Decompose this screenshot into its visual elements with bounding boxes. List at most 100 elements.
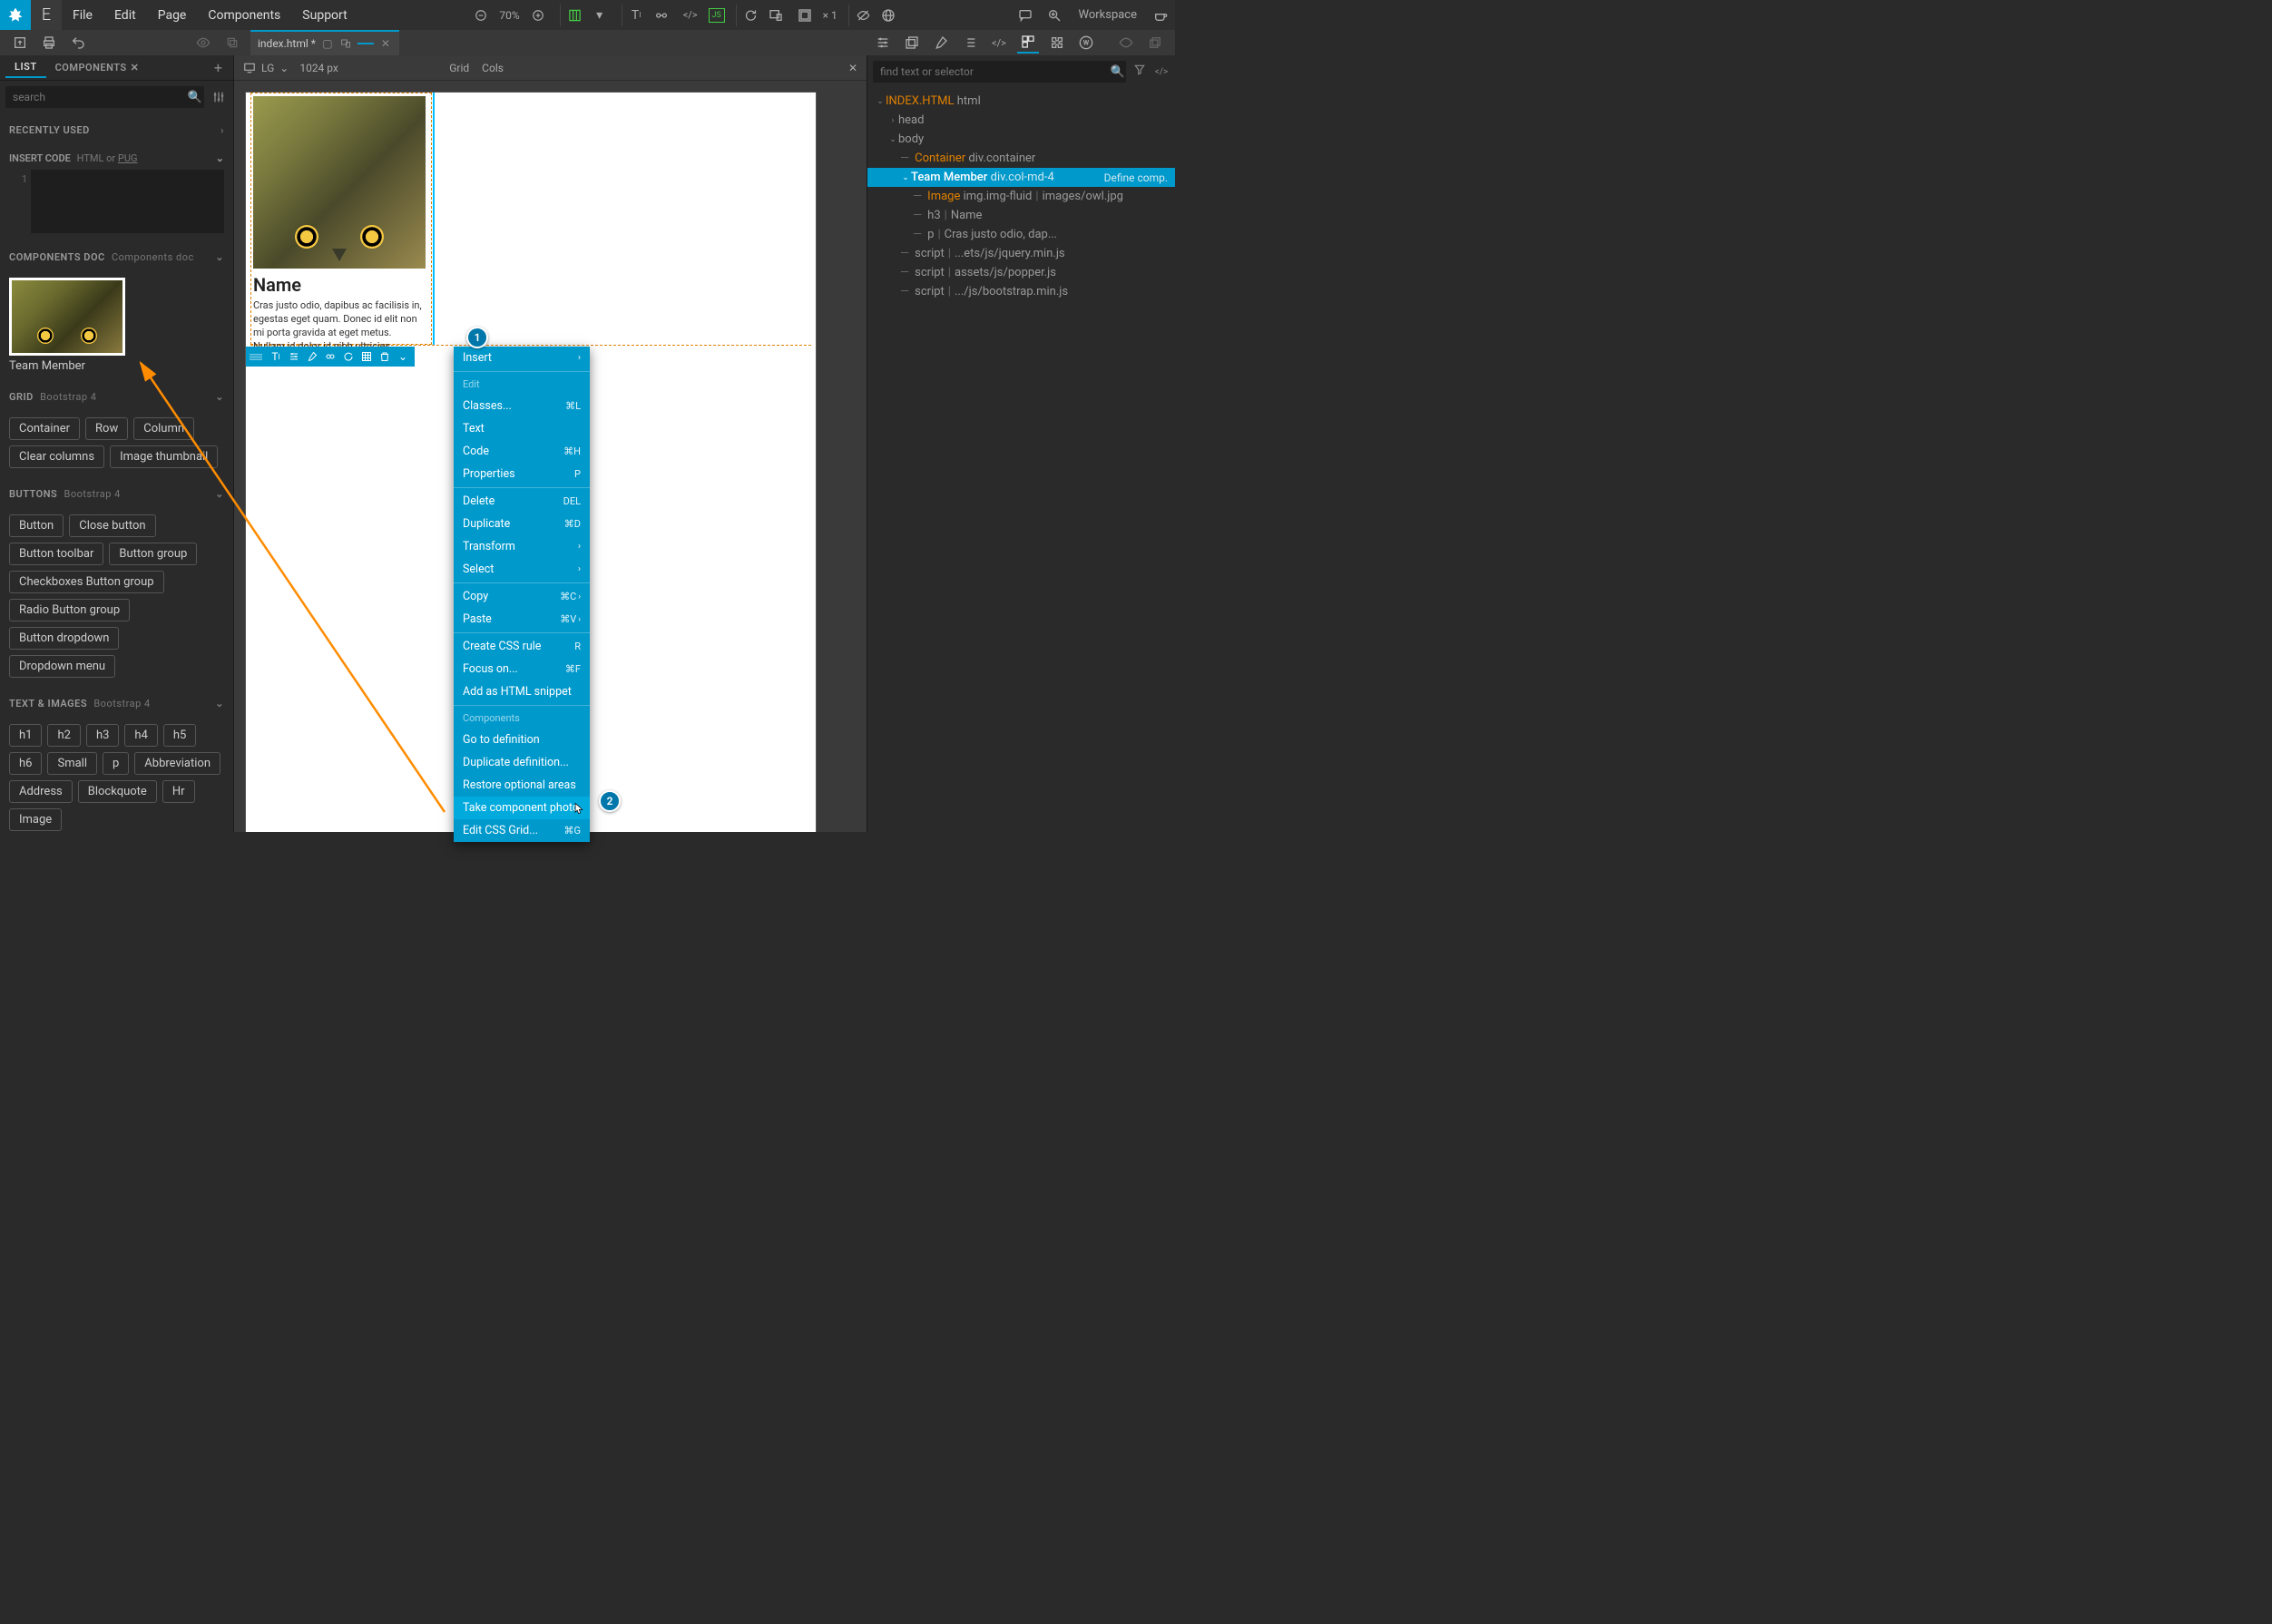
grid-chip-2[interactable]: Column [133, 417, 194, 440]
menu-components[interactable]: Components [197, 8, 291, 23]
workspace-label[interactable]: Workspace [1078, 8, 1137, 22]
buttons-chip-5[interactable]: Radio Button group [9, 599, 130, 621]
code-icon[interactable]: </> [1153, 67, 1170, 77]
drag-grip[interactable] [250, 354, 262, 360]
ctx-restore[interactable]: Restore optional areas [454, 774, 590, 797]
eye-icon[interactable] [192, 32, 214, 54]
component-thumb-team-member[interactable] [9, 278, 125, 356]
ctx-insert[interactable]: Insert› [454, 347, 590, 369]
coffee-icon[interactable] [1150, 5, 1171, 26]
sliders-icon[interactable] [872, 32, 894, 54]
tree-node-h3[interactable]: —h3|Name [867, 206, 1175, 225]
js-tool-icon[interactable]: JS [709, 8, 725, 23]
section-text-images[interactable]: TEXT & IMAGES Bootstrap 4 ⌄ [9, 694, 224, 713]
tree-node-script1[interactable]: —script|...ets/js/jquery.min.js [867, 244, 1175, 263]
close-icon[interactable]: ✕ [848, 62, 857, 74]
zoom-out-icon[interactable] [470, 5, 492, 26]
text-chip-8[interactable]: Abbreviation [134, 752, 220, 775]
add-tab-button[interactable]: + [209, 59, 228, 76]
tree-node-container[interactable]: —Container div.container [867, 149, 1175, 168]
ctx-properties[interactable]: PropertiesP [454, 463, 590, 485]
refresh-icon[interactable] [736, 5, 758, 26]
menu-support[interactable]: Support [291, 8, 357, 23]
ctx-text[interactable]: Text [454, 417, 590, 440]
section-insert-code[interactable]: INSERT CODE HTML or PUG ⌄ [0, 147, 233, 170]
ctx-transform[interactable]: Transform› [454, 535, 590, 558]
text-chip-4[interactable]: h5 [163, 724, 196, 747]
responsive-icon[interactable] [765, 5, 787, 26]
section-buttons[interactable]: BUTTONS Bootstrap 4 ⌄ [9, 484, 224, 504]
buttons-chip-7[interactable]: Dropdown menu [9, 655, 115, 678]
copy-icon[interactable] [221, 32, 243, 54]
grid-toggle[interactable]: Grid [449, 62, 469, 74]
search-icon[interactable]: 🔍 [1110, 65, 1126, 79]
grid-chip-3[interactable]: Clear columns [9, 445, 104, 468]
layout-icon[interactable] [794, 5, 816, 26]
more-menu-icon[interactable]: ⌄ [395, 348, 411, 365]
print-icon[interactable] [38, 32, 60, 54]
breakpoint-selector[interactable]: LG ⌄ [243, 62, 289, 74]
search-icon[interactable]: 🔍 [186, 86, 204, 108]
ctx-take-photo[interactable]: Take component photo [454, 797, 590, 819]
refresh-icon[interactable] [340, 348, 357, 365]
tab-close-icon[interactable]: ✕ [379, 37, 392, 50]
import-icon[interactable] [9, 32, 31, 54]
menu-file[interactable]: File [62, 8, 103, 23]
search-icon[interactable] [1043, 5, 1065, 26]
text-edit-icon[interactable]: TI [268, 348, 284, 365]
buttons-chip-6[interactable]: Button dropdown [9, 627, 119, 650]
trash-icon[interactable] [377, 348, 393, 365]
ctx-classes[interactable]: Classes...⌘L [454, 395, 590, 417]
grid-chip-0[interactable]: Container [9, 417, 80, 440]
ctx-goto-def[interactable]: Go to definition [454, 729, 590, 751]
buttons-chip-2[interactable]: Button toolbar [9, 543, 103, 565]
filter-icon[interactable] [210, 86, 228, 108]
tree-search-input[interactable] [873, 61, 1126, 83]
text-chip-11[interactable]: Hr [162, 780, 195, 803]
file-tab-index[interactable]: index.html * ▢ ✕ [250, 30, 399, 55]
ctx-copy[interactable]: Copy⌘C› [454, 585, 590, 608]
tree-node-script2[interactable]: —script|assets/js/popper.js [867, 263, 1175, 282]
text-tool-icon[interactable]: TI [622, 5, 643, 26]
code-editor[interactable]: 1 [9, 170, 224, 233]
menu-edit[interactable]: Edit [103, 8, 147, 23]
tree-panel-icon[interactable] [1017, 32, 1039, 54]
chat-icon[interactable] [1014, 5, 1036, 26]
brush-icon[interactable] [304, 348, 320, 365]
tree-node-script3[interactable]: —script|.../js/bootstrap.min.js [867, 282, 1175, 301]
brush-icon[interactable] [930, 32, 952, 54]
buttons-chip-4[interactable]: Checkboxes Button group [9, 571, 164, 593]
text-chip-7[interactable]: p [103, 752, 129, 775]
ctx-focus[interactable]: Focus on...⌘F [454, 658, 590, 680]
tab-components[interactable]: COMPONENTS✕ [46, 58, 149, 77]
section-grid[interactable]: GRID Bootstrap 4 ⌄ [9, 387, 224, 406]
zoom-in-icon[interactable] [527, 5, 549, 26]
chevron-down-icon[interactable]: ▾ [589, 5, 611, 26]
grid-chip-4[interactable]: Image thumbnail [110, 445, 218, 468]
ctx-add-snippet[interactable]: Add as HTML snippet [454, 680, 590, 703]
close-icon[interactable]: ✕ [131, 62, 140, 73]
list-icon[interactable] [959, 32, 981, 54]
eye-toggle-icon[interactable] [1115, 32, 1137, 54]
text-chip-5[interactable]: h6 [9, 752, 42, 775]
section-components-doc[interactable]: COMPONENTS DOC Components doc ⌄ [9, 248, 224, 267]
text-chip-3[interactable]: h4 [124, 724, 157, 747]
filter-icon[interactable] [1131, 64, 1148, 80]
text-chip-10[interactable]: Blockquote [78, 780, 157, 803]
ctx-code[interactable]: Code⌘H [454, 440, 590, 463]
link-icon[interactable] [322, 348, 338, 365]
text-chip-0[interactable]: h1 [9, 724, 42, 747]
search-input[interactable] [5, 86, 204, 108]
wordpress-icon[interactable]: W [1075, 32, 1097, 54]
tree-node-body[interactable]: ⌄body [867, 130, 1175, 149]
css-tool-icon[interactable] [651, 5, 672, 26]
tree-node-p[interactable]: —p|Cras justo odio, dap... [867, 225, 1175, 244]
team-member-card[interactable]: Name Cras justo odio, dapibus ac facilis… [253, 96, 426, 367]
undo-icon[interactable] [67, 32, 89, 54]
text-chip-6[interactable]: Small [47, 752, 97, 775]
code-tool-icon[interactable]: </> [680, 5, 701, 26]
text-chip-12[interactable]: Image [9, 808, 62, 831]
ctx-delete[interactable]: DeleteDEL [454, 490, 590, 513]
tree-node-team-member[interactable]: ⌄Team Member div.col-md-4Define comp. [867, 168, 1175, 187]
tree-node-root[interactable]: ⌄INDEX.HTML html [867, 92, 1175, 111]
